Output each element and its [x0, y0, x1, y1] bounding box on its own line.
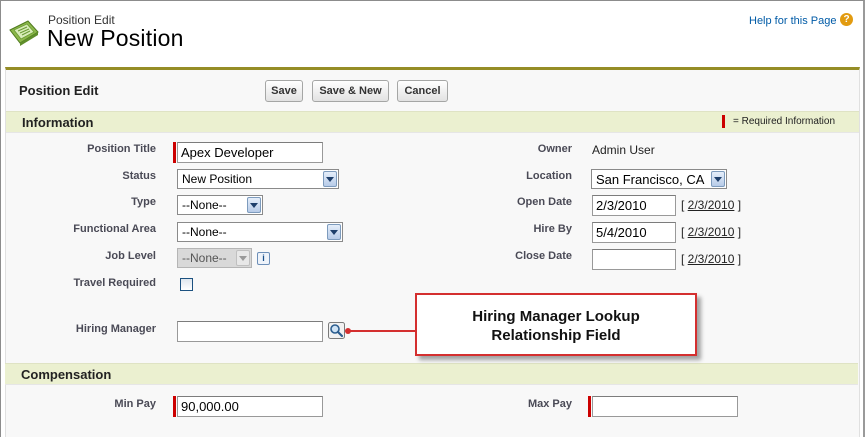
min-pay-input[interactable]: 90,000.00	[177, 396, 323, 417]
required-legend-text: = Required Information	[733, 116, 836, 127]
status-select-value: New Position	[182, 172, 253, 186]
hiring-manager-input[interactable]	[177, 321, 323, 342]
compensation-section-title: Compensation	[21, 367, 112, 382]
callout-line-1: Hiring Manager Lookup	[472, 308, 640, 325]
owner-label: Owner	[537, 143, 572, 155]
chevron-down-icon[interactable]	[711, 171, 725, 187]
info-icon[interactable]: i	[257, 252, 270, 265]
type-label: Type	[131, 196, 156, 208]
position-object-icon	[9, 20, 39, 46]
hire-by-label: Hire By	[533, 223, 572, 235]
functional-area-select[interactable]: --None--	[177, 222, 343, 242]
status-label: Status	[122, 170, 156, 182]
status-select[interactable]: New Position	[177, 169, 339, 189]
chevron-down-icon[interactable]	[327, 224, 341, 240]
information-section-header: Information = Required Information	[6, 111, 859, 133]
magnifier-lookup-icon[interactable]	[328, 322, 345, 339]
information-section-title: Information	[22, 115, 94, 130]
job-level-select-value: --None--	[182, 251, 227, 265]
job-level-label: Job Level	[105, 250, 156, 262]
required-mark	[173, 396, 176, 417]
location-select-value: San Francisco, CA	[596, 172, 705, 187]
required-mark	[173, 142, 176, 163]
close-date-today[interactable]: 2/3/2010	[688, 252, 735, 266]
required-mark	[588, 396, 591, 417]
open-date-label: Open Date	[516, 196, 572, 208]
job-level-select: --None--	[177, 248, 252, 268]
required-legend-mark	[722, 115, 725, 128]
hire-by-today-link[interactable]: [ 2/3/2010 ]	[681, 225, 741, 239]
open-date-today[interactable]: 2/3/2010	[688, 198, 735, 212]
type-select[interactable]: --None--	[177, 195, 263, 215]
functional-area-select-value: --None--	[182, 225, 227, 239]
travel-required-checkbox[interactable]	[180, 278, 193, 291]
owner-value: Admin User	[592, 143, 655, 157]
annotation-callout: Hiring Manager Lookup Relationship Field	[415, 293, 697, 356]
save-new-button[interactable]: Save & New	[312, 80, 389, 102]
chevron-down-icon[interactable]	[247, 197, 261, 213]
save-button[interactable]: Save	[265, 80, 303, 102]
open-date-input[interactable]: 2/3/2010	[592, 195, 676, 216]
callout-connector	[348, 330, 415, 332]
help-icon[interactable]: ?	[840, 13, 853, 26]
callout-dot	[345, 328, 351, 334]
close-date-input[interactable]	[592, 249, 676, 270]
close-date-today-link[interactable]: [ 2/3/2010 ]	[681, 252, 741, 266]
compensation-section-header: Compensation	[5, 363, 858, 385]
chevron-down-icon[interactable]	[323, 171, 337, 187]
functional-area-label: Functional Area	[73, 223, 156, 235]
hiring-manager-label: Hiring Manager	[75, 323, 156, 335]
callout-line-2: Relationship Field	[491, 327, 621, 344]
hire-by-input[interactable]: 5/4/2010	[592, 222, 676, 243]
location-label: Location	[526, 170, 572, 182]
chevron-down-icon	[236, 250, 250, 266]
location-select[interactable]: San Francisco, CA	[591, 169, 727, 189]
min-pay-label: Min Pay	[114, 398, 156, 410]
close-date-label: Close Date	[515, 250, 572, 262]
type-select-value: --None--	[182, 198, 227, 212]
help-link[interactable]: Help for this Page	[749, 15, 836, 27]
cancel-button[interactable]: Cancel	[397, 80, 448, 102]
hire-by-today[interactable]: 2/3/2010	[688, 225, 735, 239]
page-title: New Position	[47, 25, 184, 51]
page-block-title: Position Edit	[19, 83, 99, 98]
open-date-today-link[interactable]: [ 2/3/2010 ]	[681, 198, 741, 212]
max-pay-label: Max Pay	[527, 398, 572, 410]
position-title-label: Position Title	[87, 143, 156, 155]
max-pay-input[interactable]	[592, 396, 738, 417]
position-title-input[interactable]: Apex Developer	[177, 142, 323, 163]
travel-required-label: Travel Required	[73, 277, 156, 289]
